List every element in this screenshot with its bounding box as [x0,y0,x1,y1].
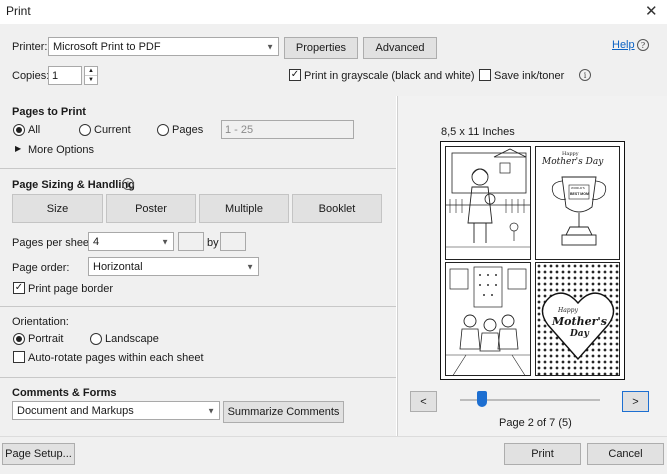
page-order-select[interactable]: Horizontal ▼ [88,257,259,276]
grayscale-label: Print in grayscale (black and white) [304,70,475,82]
printer-label: Printer: [12,41,48,53]
card-text: BEST MOM [570,192,589,196]
preview-page-2: Happy Mother's Day WORLD'S BEST MOM [535,146,620,260]
tab-booklet[interactable]: Booklet [292,194,382,223]
help-icon[interactable]: ? [637,39,649,51]
properties-button[interactable]: Properties [284,37,358,59]
next-page-button[interactable]: > [622,391,649,412]
card-text: Happy [558,307,578,314]
orientation-heading: Orientation: [12,316,69,328]
pages-per-sheet-value: 4 [93,235,100,248]
landscape-radio[interactable] [90,333,102,345]
cancel-button[interactable]: Cancel [587,443,664,465]
copies-input[interactable]: 1 [48,66,82,85]
preview-page-4: Happy Mother's Day [535,262,620,376]
card-text: WORLD'S [571,186,585,190]
print-border-checkbox[interactable]: ✓ [13,282,25,294]
grayscale-checkbox[interactable]: ✓ [289,69,301,81]
stepper-down-icon[interactable]: ▼ [85,76,97,84]
stepper-up-icon[interactable]: ▲ [85,67,97,76]
close-icon[interactable]: ✕ [645,2,658,20]
current-radio[interactable] [79,124,91,136]
window-title: Print [6,4,31,18]
auto-rotate-checkbox[interactable] [13,351,25,363]
chevron-down-icon: ▼ [207,406,215,415]
pages-per-sheet-label: Pages per sheet: [12,237,96,249]
print-border-label: Print page border [28,283,113,295]
comments-value: Document and Markups [17,404,134,417]
comments-select[interactable]: Document and Markups ▼ [12,401,220,420]
divider [0,377,396,378]
card-text: Mother's Day [542,157,604,167]
check-icon: ✓ [290,69,300,80]
chevron-down-icon: ▼ [246,262,254,271]
page-slider-thumb[interactable] [477,391,488,407]
page-setup-button[interactable]: Page Setup... [2,443,75,465]
preview-page-1 [445,146,531,260]
card-text: Day [570,329,589,339]
page-indicator: Page 2 of 7 (5) [499,417,572,429]
advanced-button[interactable]: Advanced [363,37,437,59]
info-icon[interactable]: i [122,178,134,190]
print-preview: Happy Mother's Day WORLD'S BEST MOM Happ… [440,141,625,380]
page-order-label: Page order: [12,262,70,274]
portrait-label: Portrait [28,333,64,345]
copies-stepper[interactable]: ▲ ▼ [84,66,98,85]
divider [0,306,396,307]
printer-select[interactable]: Microsoft Print to PDF ▼ [48,37,279,56]
all-radio[interactable] [13,124,25,136]
save-ink-label: Save ink/toner [494,70,565,82]
info-icon[interactable]: i [579,69,591,81]
tab-size[interactable]: Size [12,194,103,223]
landscape-label: Landscape [105,333,159,345]
pages-per-sheet-select[interactable]: 4 ▼ [88,232,174,251]
pages-radio[interactable] [157,124,169,136]
pages-label: Pages [172,124,204,136]
kids-drawing [446,266,530,375]
family-drawing [446,148,530,248]
header-panel [0,24,667,96]
paper-size-label: 8,5 x 11 Inches [441,126,515,138]
more-options-link[interactable]: More Options [28,144,94,156]
chevron-down-icon: ▼ [266,42,274,51]
all-label: All [28,124,41,136]
card-text: Mother's [552,315,607,328]
chevron-down-icon: ▼ [161,237,169,246]
save-ink-checkbox[interactable] [479,69,491,81]
printer-value: Microsoft Print to PDF [53,40,161,53]
rows-input[interactable] [220,232,246,251]
title-bar [0,0,667,24]
pages-to-print-heading: Pages to Print [12,106,86,118]
copies-label: Copies: [12,70,50,82]
tab-multiple[interactable]: Multiple [199,194,289,223]
divider [0,168,396,169]
previous-page-button[interactable]: < [410,391,437,412]
page-order-value: Horizontal [93,260,143,273]
tab-poster[interactable]: Poster [106,194,196,223]
current-label: Current [94,124,131,136]
pages-range-input[interactable]: 1 - 25 [221,120,354,139]
portrait-radio[interactable] [13,333,25,345]
check-icon: ✓ [14,282,24,293]
summarize-comments-button[interactable]: Summarize Comments [223,401,344,423]
preview-page-3 [445,262,531,376]
print-button[interactable]: Print [504,443,581,465]
expand-triangle-icon[interactable]: ▶ [15,144,21,153]
help-link[interactable]: Help [612,39,635,51]
comments-heading: Comments & Forms [12,387,117,399]
auto-rotate-label: Auto-rotate pages within each sheet [28,352,204,364]
columns-input[interactable] [178,232,204,251]
page-sizing-heading: Page Sizing & Handling [12,179,135,191]
by-label: by [207,237,219,249]
